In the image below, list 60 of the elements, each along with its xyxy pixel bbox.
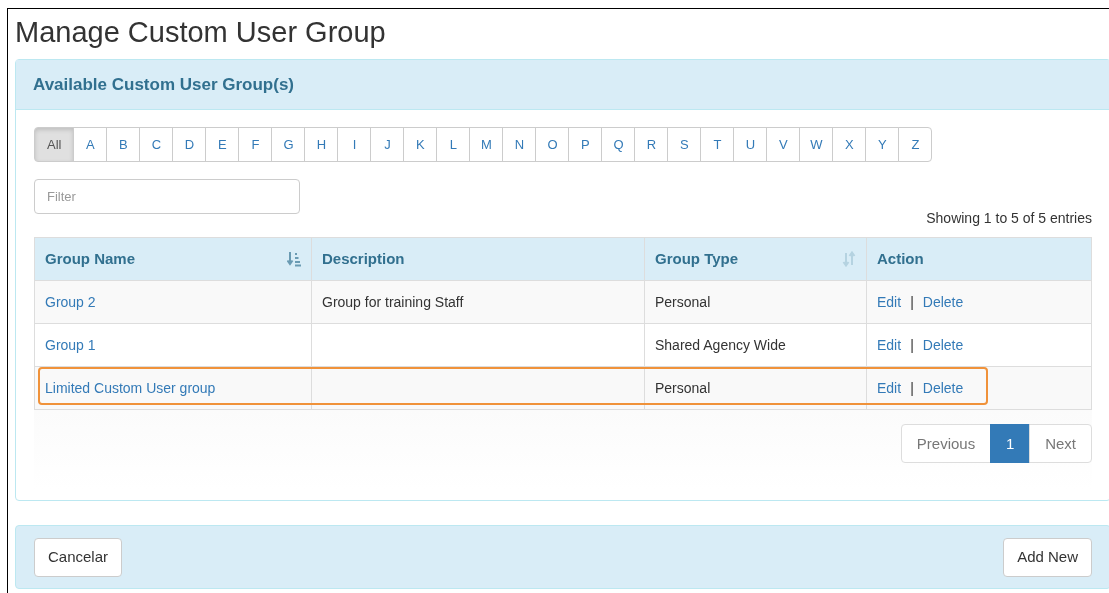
link-separator: | <box>910 335 914 355</box>
group-type: Personal <box>655 379 711 396</box>
letter-filter-tab[interactable]: E <box>205 127 240 163</box>
column-label: Description <box>322 249 405 269</box>
letter-filter-tab[interactable]: H <box>304 127 339 163</box>
letter-filter-tab[interactable]: N <box>502 127 537 163</box>
edit-link[interactable]: Edit <box>877 291 902 313</box>
edit-link[interactable]: Edit <box>877 377 902 399</box>
letter-filter-tab[interactable]: C <box>139 127 174 163</box>
column-label: Group Name <box>45 249 135 269</box>
letter-filter-tab[interactable]: A <box>73 127 108 163</box>
letter-filter-tab[interactable]: K <box>403 127 438 163</box>
group-type: Shared Agency Wide <box>655 336 786 353</box>
letter-filter-tab[interactable]: X <box>832 127 867 163</box>
group-type: Personal <box>655 293 711 310</box>
previous-button[interactable]: Previous <box>900 424 992 464</box>
letter-filter-tab[interactable]: Z <box>898 127 933 163</box>
letter-filter-tab[interactable]: U <box>733 127 768 163</box>
letter-filter-tab[interactable]: D <box>172 127 207 163</box>
sort-descending-icon[interactable] <box>287 251 301 268</box>
cancel-button[interactable]: Cancelar <box>34 537 123 577</box>
entries-info: Showing 1 to 5 of 5 entries <box>926 209 1092 229</box>
letter-filter-tab[interactable]: W <box>799 127 834 163</box>
link-separator: | <box>910 292 914 312</box>
delete-link[interactable]: Delete <box>922 334 964 356</box>
sort-icon[interactable] <box>842 251 856 268</box>
column-label: Action <box>877 249 924 269</box>
letter-filter-tab[interactable]: L <box>436 127 471 163</box>
delete-link[interactable]: Delete <box>922 291 964 313</box>
letter-filter-tab[interactable]: S <box>667 127 702 163</box>
group-name-link[interactable]: Limited Custom User group <box>45 379 216 396</box>
page-button[interactable]: 1 <box>990 424 1031 464</box>
letter-filter-tab[interactable]: I <box>337 127 372 163</box>
letter-filter-tab[interactable]: All <box>34 127 75 163</box>
column-label: Group Type <box>655 249 739 269</box>
letter-filter-tab[interactable]: B <box>106 127 141 163</box>
letter-filter-tab[interactable]: T <box>700 127 735 163</box>
letter-filter-tab[interactable]: M <box>469 127 504 163</box>
group-name-link[interactable]: Group 2 <box>45 293 96 310</box>
letter-filter-tab[interactable]: P <box>568 127 603 163</box>
letter-filter-tab[interactable]: Y <box>865 127 900 163</box>
letter-filter-tab[interactable]: F <box>238 127 273 163</box>
delete-link[interactable]: Delete <box>922 377 964 399</box>
column-header[interactable]: Group Type <box>644 237 867 281</box>
letter-filter-tab[interactable]: R <box>634 127 669 163</box>
add-new-button[interactable]: Add New <box>1003 537 1092 577</box>
group-name-link[interactable]: Group 1 <box>45 336 96 353</box>
column-header[interactable]: Group Name <box>34 237 312 281</box>
group-description: Group for training Staff <box>322 293 464 310</box>
panel-title: Available Custom User Group(s) <box>33 74 295 96</box>
link-separator: | <box>910 378 914 398</box>
letter-filter-tab[interactable]: O <box>535 127 570 163</box>
edit-link[interactable]: Edit <box>877 334 902 356</box>
letter-filter-tab[interactable]: G <box>271 127 306 163</box>
filter-field[interactable]: Filter <box>34 179 300 215</box>
page-title: Manage Custom User Group <box>15 15 387 50</box>
next-button[interactable]: Next <box>1029 424 1092 464</box>
letter-filter-tab[interactable]: V <box>766 127 801 163</box>
letter-filter-tab[interactable]: J <box>370 127 405 163</box>
letter-filter-tab[interactable]: Q <box>601 127 636 163</box>
